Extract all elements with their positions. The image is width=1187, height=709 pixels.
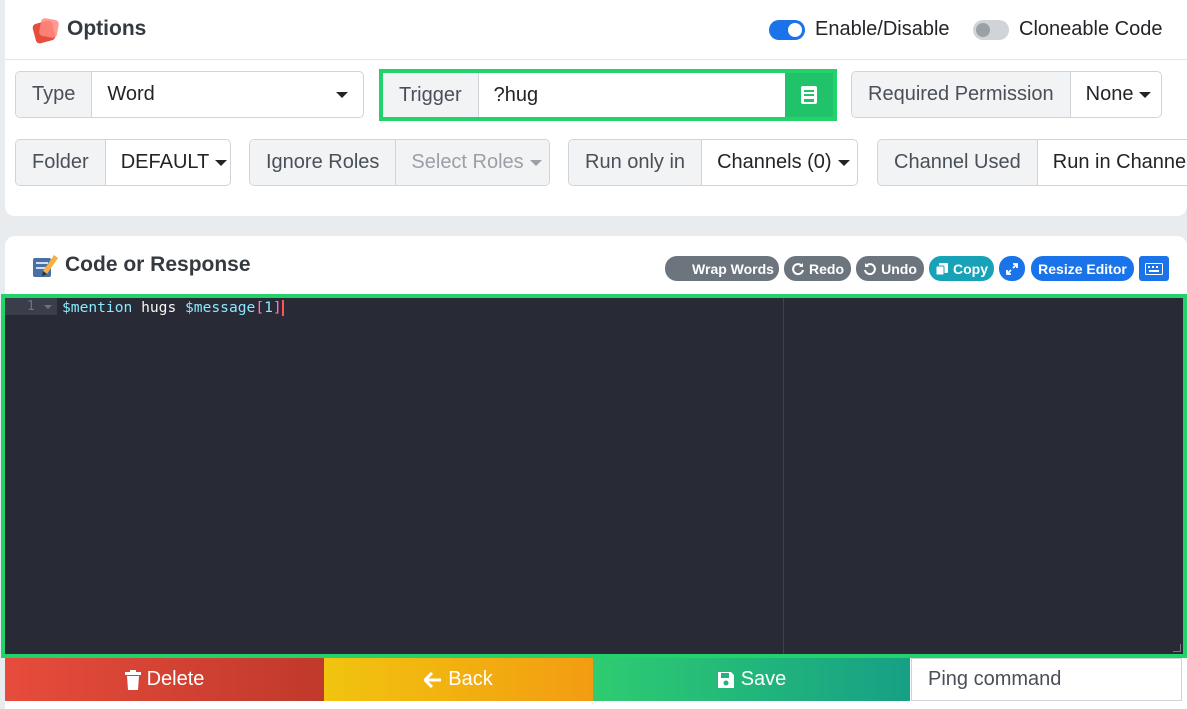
- permission-group: Required Permission None: [851, 71, 1162, 118]
- ignore-roles-label: Ignore Roles: [250, 140, 397, 185]
- text-cursor: [281, 300, 284, 316]
- redo-button[interactable]: Redo: [784, 256, 851, 281]
- keyboard-icon: [1145, 262, 1163, 275]
- back-button[interactable]: Back: [324, 658, 593, 701]
- undo-label: Undo: [881, 260, 917, 277]
- trigger-label: Trigger: [383, 73, 479, 117]
- pencil-paper-icon: [33, 255, 58, 277]
- print-margin: [783, 298, 784, 654]
- cloneable-label: Cloneable Code: [1019, 18, 1163, 40]
- resize-editor-label: Resize Editor: [1038, 260, 1127, 277]
- enable-toggle[interactable]: [769, 20, 805, 40]
- token-mention: $mention: [62, 299, 133, 316]
- chevron-down-icon: [837, 159, 850, 166]
- trigger-highlight: Trigger ?hug: [379, 69, 837, 121]
- options-header: [5, 0, 1187, 60]
- undo-button[interactable]: Undo: [856, 256, 924, 281]
- delete-button[interactable]: Delete: [5, 658, 324, 701]
- folder-label: Folder: [16, 140, 106, 185]
- save-label: Save: [740, 668, 787, 690]
- channels-value: Channels (0): [717, 151, 832, 173]
- run-only-in-label: Run only in: [569, 140, 703, 185]
- redo-icon: [792, 262, 804, 275]
- save-button[interactable]: Save: [593, 658, 910, 701]
- channels-select[interactable]: Channels (0): [702, 140, 857, 185]
- type-label: Type: [16, 72, 93, 117]
- token-index: 1: [264, 299, 273, 316]
- chevron-down-icon: [1139, 91, 1152, 98]
- permission-label: Required Permission: [852, 72, 1071, 117]
- copy-label: Copy: [953, 260, 988, 277]
- chevron-down-icon: [529, 159, 542, 166]
- keyboard-button[interactable]: [1139, 256, 1169, 281]
- enable-label: Enable/Disable: [815, 18, 950, 40]
- expand-icon: [1006, 262, 1018, 275]
- type-group: Type Word: [15, 71, 364, 118]
- channel-used-value: Run in Channel: [1052, 151, 1187, 173]
- delete-label: Delete: [146, 668, 205, 690]
- trigger-group: Trigger ?hug: [383, 73, 833, 117]
- trash-icon: [124, 669, 141, 690]
- run-only-in-group: Run only in Channels (0): [568, 139, 858, 186]
- token-close-bracket: ]: [272, 299, 282, 316]
- back-label: Back: [448, 668, 493, 690]
- line-number: 1: [27, 299, 35, 314]
- book-icon: [801, 86, 817, 104]
- permission-value: None: [1085, 83, 1134, 105]
- copy-icon: [935, 262, 948, 275]
- code-title: Code or Response: [65, 253, 251, 276]
- redo-label: Redo: [809, 260, 844, 277]
- chevron-down-icon: [215, 159, 228, 166]
- options-title: Options: [67, 17, 147, 40]
- description-input[interactable]: Ping command: [911, 658, 1182, 701]
- options-icon: [32, 18, 59, 44]
- token-message: $message: [185, 299, 256, 316]
- permission-select[interactable]: None: [1071, 72, 1161, 117]
- code-line[interactable]: $mention hugs $message[1]: [62, 299, 284, 316]
- folder-group: Folder DEFAULT: [15, 139, 231, 186]
- channel-used-select[interactable]: Run in Channel: [1038, 140, 1187, 185]
- type-select[interactable]: Word: [92, 72, 363, 117]
- undo-icon: [864, 262, 877, 275]
- roles-placeholder: Select Roles: [411, 151, 524, 173]
- type-value: Word: [107, 83, 155, 105]
- code-editor[interactable]: 1 $mention hugs $message[1]: [1, 294, 1187, 658]
- fold-icon[interactable]: [44, 305, 52, 309]
- roles-select[interactable]: Select Roles: [396, 140, 549, 185]
- ignore-roles-group: Ignore Roles Select Roles: [249, 139, 550, 186]
- channel-used-group: Channel Used Run in Channel: [877, 139, 1187, 186]
- chevron-down-icon: [336, 91, 348, 98]
- save-icon: [717, 671, 734, 688]
- token-open-bracket: [: [255, 299, 265, 316]
- resize-handle[interactable]: [1173, 644, 1181, 652]
- resize-editor-button[interactable]: Resize Editor: [1031, 256, 1134, 281]
- wrap-words-button[interactable]: Wrap Words: [665, 256, 779, 281]
- channel-used-label: Channel Used: [878, 140, 1038, 185]
- folder-value: DEFAULT: [120, 151, 210, 173]
- cloneable-toggle[interactable]: [973, 20, 1009, 40]
- trigger-input[interactable]: ?hug: [479, 73, 785, 117]
- expand-button[interactable]: [999, 256, 1025, 281]
- folder-select[interactable]: DEFAULT: [106, 140, 230, 185]
- copy-button[interactable]: Copy: [929, 256, 994, 281]
- trigger-book-button[interactable]: [785, 73, 833, 117]
- editor-gutter: [5, 298, 57, 654]
- wrap-words-label: Wrap Words: [692, 260, 774, 277]
- token-text: hugs: [132, 299, 186, 316]
- arrow-left-icon: [424, 671, 442, 688]
